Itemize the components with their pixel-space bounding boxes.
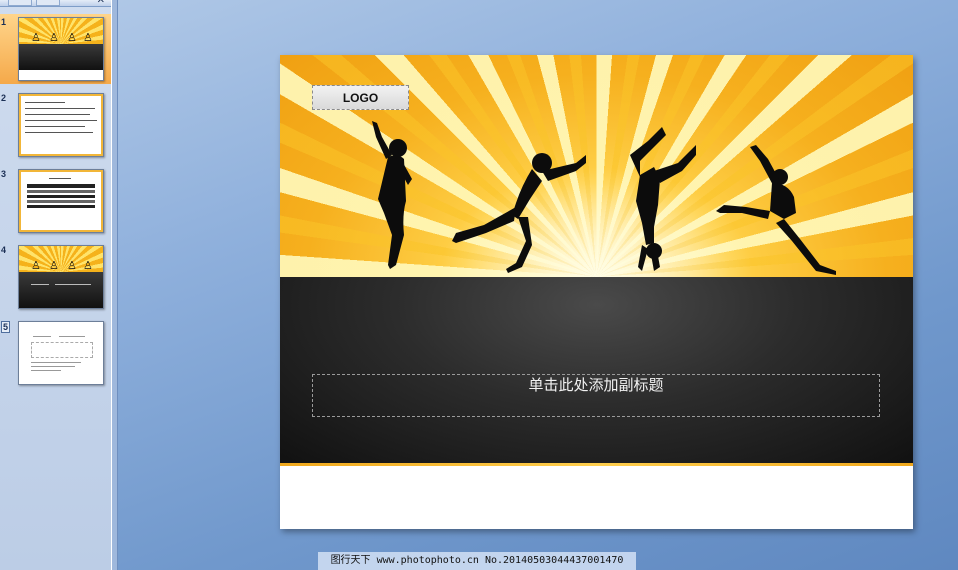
tab-slides[interactable] (8, 0, 32, 6)
slide-canvas[interactable]: LOGO 单击此处添加副标题 (280, 55, 913, 529)
dancer-silhouette-4 (716, 145, 836, 275)
pane-tabs: ✕ (0, 0, 111, 7)
figure-icon: ♙ (31, 32, 41, 45)
slide-number: 5 (1, 321, 11, 333)
figure-icon: ♙ (67, 32, 77, 45)
figure-icon: ♙ (49, 32, 59, 45)
logo-placeholder[interactable]: LOGO (312, 85, 409, 110)
slide-thumbnail[interactable] (18, 321, 104, 385)
slide-number: 1 (1, 17, 7, 27)
accent-divider (280, 463, 913, 466)
subtitle-placeholder[interactable]: 单击此处添加副标题 (312, 374, 880, 417)
dancer-silhouette-1 (372, 121, 412, 269)
thumbnail-row-3[interactable]: 3 (0, 166, 111, 236)
thumbnail-row-5[interactable]: 5 (0, 318, 111, 388)
figure-icon: ♙ (67, 260, 77, 273)
tab-outline[interactable] (36, 0, 60, 6)
dancer-silhouettes (372, 121, 836, 275)
thumbnail-pane-splitter[interactable] (111, 0, 118, 570)
figure-icon: ♙ (83, 260, 93, 273)
slide-thumbnail[interactable]: ♙ ♙ ♙ ♙ (18, 17, 104, 81)
thumbnail-row-4[interactable]: 4 ♙ ♙ ♙ ♙ (0, 242, 111, 312)
thumbnail-row-2[interactable]: 2 (0, 90, 111, 160)
slide-thumbnail[interactable] (18, 169, 104, 233)
slide-thumbnail[interactable]: ♙ ♙ ♙ ♙ (18, 245, 104, 309)
slide-number: 2 (1, 93, 7, 103)
slide-number: 4 (1, 245, 7, 255)
dancer-silhouette-2 (452, 153, 586, 273)
watermark-caption: 图行天下 www.photophoto.cn No.20140503044437… (318, 552, 636, 570)
slide-thumbnail[interactable] (18, 93, 104, 157)
dancer-silhouette-3 (630, 127, 696, 271)
close-icon[interactable]: ✕ (97, 0, 105, 6)
thumbnail-row-1[interactable]: 1 ♙ ♙ ♙ ♙ (0, 14, 111, 84)
figure-icon: ♙ (31, 260, 41, 273)
slide-thumbnail-pane: ✕ 1 ♙ ♙ ♙ ♙ 2 3 4 ♙ ♙ ♙ ♙ 5 (0, 0, 112, 570)
slide-number: 3 (1, 169, 7, 179)
figure-icon: ♙ (49, 260, 59, 273)
dark-content-band (280, 277, 913, 463)
figure-icon: ♙ (83, 32, 93, 45)
